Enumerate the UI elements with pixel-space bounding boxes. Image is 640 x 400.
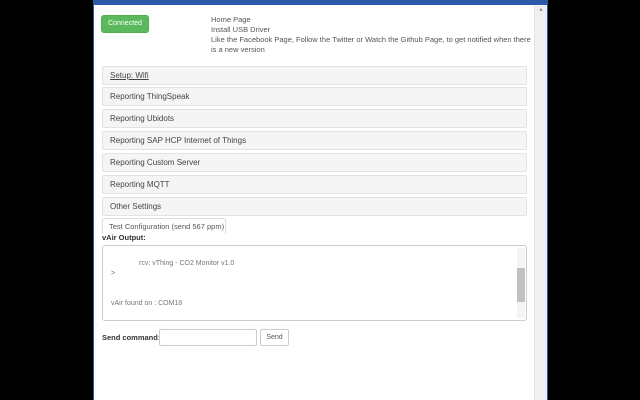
output-line: vAir found on : COM18 <box>111 300 183 307</box>
send-command-input[interactable] <box>159 329 257 346</box>
send-command-label: Send command: <box>102 333 161 342</box>
panel-sap-hcp[interactable]: Reporting SAP HCP Internet of Things <box>102 131 527 150</box>
output-scrollbar-thumb[interactable] <box>517 268 525 302</box>
output-line: rcv: vThing - CO2 Monitor v1.0 <box>139 260 235 267</box>
panel-setup-wifi[interactable]: Setup: Wifi <box>102 66 527 85</box>
window-scrollbar[interactable]: ▲ <box>534 5 547 400</box>
home-page-link[interactable]: Home Page <box>211 15 531 25</box>
install-usb-driver-link[interactable]: Install USB Driver <box>211 25 531 35</box>
output-label: vAir Output: <box>102 233 146 242</box>
panel-thingspeak[interactable]: Reporting ThingSpeak <box>102 87 527 106</box>
social-links-text[interactable]: Like the Facebook Page, Follow the Twitt… <box>211 35 531 55</box>
scroll-up-arrow-icon[interactable]: ▲ <box>538 7 544 13</box>
output-line: > <box>111 270 116 277</box>
links-block: Home Page Install USB Driver Like the Fa… <box>211 15 531 55</box>
connected-button[interactable]: Connected <box>101 15 149 33</box>
output-textarea[interactable]: rcv: vThing - CO2 Monitor v1.0 > vAir fo… <box>102 245 527 321</box>
panel-other-settings[interactable]: Other Settings <box>102 197 527 216</box>
panel-ubidots[interactable]: Reporting Ubidots <box>102 109 527 128</box>
panel-custom-server[interactable]: Reporting Custom Server <box>102 153 527 172</box>
panel-title: Setup: Wifi <box>110 71 149 80</box>
panel-mqtt[interactable]: Reporting MQTT <box>102 175 527 194</box>
page-content: Connected Home Page Install USB Driver L… <box>94 5 547 400</box>
send-button[interactable]: Send <box>260 329 289 346</box>
app-window: Connected Home Page Install USB Driver L… <box>93 0 548 400</box>
tab-test-configuration[interactable]: Test Configuration (send 567 ppm) <box>102 218 226 234</box>
